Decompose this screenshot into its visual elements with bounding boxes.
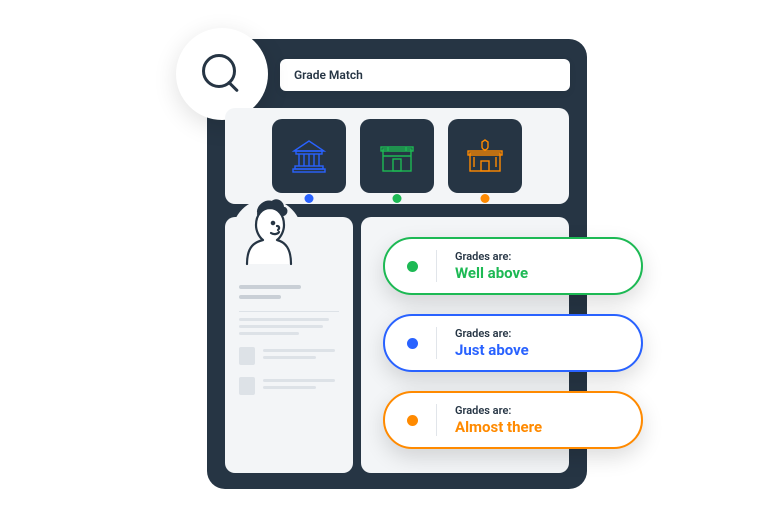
document-icon (239, 377, 255, 395)
institution-tile[interactable] (272, 119, 346, 193)
placeholder-line (239, 295, 281, 299)
grade-label: Grades are: (455, 250, 528, 264)
placeholder-line (239, 285, 301, 289)
grade-value: Almost there (455, 418, 542, 437)
school-tile[interactable] (360, 119, 434, 193)
document-icon (239, 347, 255, 365)
divider (436, 327, 437, 359)
divider (436, 404, 437, 436)
placeholder-line (263, 349, 335, 352)
divider (436, 250, 437, 282)
status-dot-icon (407, 338, 418, 349)
grade-result-well-above[interactable]: Grades are: Well above (383, 237, 643, 295)
placeholder-line (239, 325, 323, 328)
grade-label: Grades are: (455, 327, 529, 341)
civic-building-icon (462, 133, 508, 179)
columns-building-icon (286, 133, 332, 179)
placeholder-line (239, 318, 329, 321)
search-button[interactable] (176, 28, 268, 120)
search-value: Grade Match (294, 68, 363, 82)
search-input[interactable]: Grade Match (280, 59, 570, 91)
school-building-icon (374, 133, 420, 179)
tile-dot-indicator (481, 194, 490, 203)
document-row (239, 375, 339, 395)
grade-result-just-above[interactable]: Grades are: Just above (383, 314, 643, 372)
grade-value: Well above (455, 264, 528, 283)
grade-value: Just above (455, 341, 529, 360)
document-row (239, 345, 339, 365)
search-icon (200, 52, 244, 96)
tile-dot-indicator (393, 194, 402, 203)
status-dot-icon (407, 261, 418, 272)
status-dot-icon (407, 415, 418, 426)
placeholder-line (263, 356, 316, 359)
placeholder-line (239, 332, 299, 335)
placeholder-line (263, 379, 335, 382)
grade-result-almost-there[interactable]: Grades are: Almost there (383, 391, 643, 449)
avatar (225, 192, 309, 276)
grade-label: Grades are: (455, 404, 542, 418)
divider (239, 311, 339, 312)
category-tiles-panel (225, 108, 569, 204)
civic-tile[interactable] (448, 119, 522, 193)
placeholder-line (263, 386, 316, 389)
